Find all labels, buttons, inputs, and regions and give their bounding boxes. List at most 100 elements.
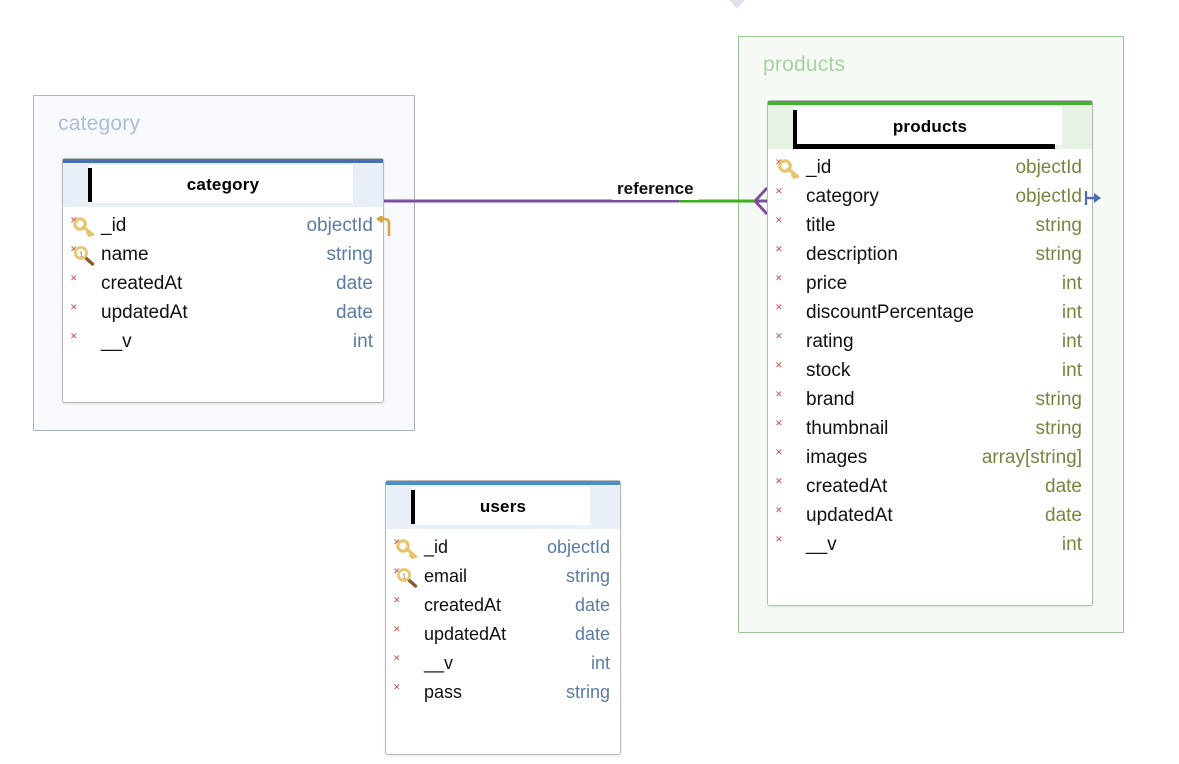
field-row[interactable]: ✕ 1 email string — [386, 562, 620, 591]
field-row[interactable]: ✕ stock int — [768, 356, 1092, 385]
field-type-text: date — [1045, 504, 1082, 526]
field-name: _id — [424, 537, 449, 557]
table-products-header[interactable]: products — [768, 105, 1092, 149]
text-cursor-icon — [793, 110, 797, 144]
field-key-slot — [394, 594, 424, 618]
table-users-header[interactable]: users — [386, 485, 620, 529]
field-key-slot: 1 — [71, 243, 101, 267]
field-name: _id — [806, 156, 832, 178]
field-type: int — [1062, 534, 1082, 556]
field-name: updatedAt — [101, 301, 188, 323]
field-name: name — [101, 243, 149, 265]
field-row[interactable]: ✕ description string — [768, 240, 1092, 269]
field-key-slot — [776, 504, 806, 528]
field-row[interactable]: ✕ updatedAt date — [386, 620, 620, 649]
field-name: createdAt — [424, 595, 502, 615]
group-products-label: products — [763, 53, 846, 76]
field-row[interactable]: ✕ createdAt date — [768, 472, 1092, 501]
field-row[interactable]: ✕ __v int — [63, 327, 383, 356]
field-type: date — [336, 302, 373, 324]
field-name: pass — [424, 682, 463, 702]
field-key-slot — [776, 359, 806, 383]
svg-text:1: 1 — [402, 571, 406, 580]
field-row[interactable]: ✕ brand string — [768, 385, 1092, 414]
field-name: __v — [101, 330, 132, 352]
table-products-fields: ✕ _id objectId ✕ category objectId ✕ title strin… — [768, 149, 1101, 559]
field-row[interactable]: ✕ pass string — [386, 678, 620, 707]
field-key-slot — [776, 417, 806, 441]
field-name: updatedAt — [424, 624, 507, 644]
field-key-slot — [71, 214, 101, 238]
field-row[interactable]: ✕ __v int — [386, 649, 620, 678]
er-diagram-canvas: category products reference category ✕ _i… — [0, 0, 1179, 764]
field-type-text: objectId — [546, 537, 610, 557]
svg-text:1: 1 — [79, 249, 83, 258]
field-type-text: int — [1061, 330, 1082, 352]
field-name: discountPercentage — [806, 301, 974, 323]
field-row[interactable]: ✕ updatedAt date — [768, 501, 1092, 530]
hook-arrow-icon — [376, 214, 391, 236]
field-type: array[string] — [982, 447, 1082, 469]
field-row[interactable]: ✕ images array[string] — [768, 443, 1092, 472]
field-name: title — [806, 214, 836, 236]
field-type: string — [566, 566, 610, 587]
field-key-slot — [394, 681, 424, 705]
field-name: stock — [806, 359, 851, 381]
field-row[interactable]: ✕ discountPercentage int — [768, 298, 1092, 327]
text-cursor-icon — [88, 168, 92, 202]
table-category-header[interactable]: category — [63, 163, 383, 207]
field-type-text: objectId — [1015, 185, 1082, 207]
field-row[interactable]: ✕ createdAt date — [63, 269, 383, 298]
field-type-text: int — [1061, 272, 1082, 294]
field-name: rating — [806, 330, 854, 352]
field-type: string — [1036, 215, 1082, 237]
field-key-slot — [776, 272, 806, 296]
field-row[interactable]: ✕ 1 name string — [63, 240, 383, 269]
field-type-text: string — [565, 682, 610, 702]
field-row[interactable]: ✕ thumbnail string — [768, 414, 1092, 443]
relationship-label: reference — [612, 178, 699, 200]
table-products[interactable]: products ✕ _id objectId ✕ category objectId ✕ t… — [767, 100, 1101, 606]
table-users[interactable]: users ✕ _id objectId ✕ 1 email string ✕ createdA… — [385, 480, 621, 755]
field-key-slot — [776, 446, 806, 470]
field-key-slot — [776, 301, 806, 325]
field-row[interactable]: ✕ createdAt date — [386, 591, 620, 620]
text-cursor-icon — [411, 490, 415, 524]
field-row[interactable]: ✕ category objectId — [768, 182, 1101, 211]
table-category[interactable]: category ✕ _id objectId ✕ 1 name string ✕ create… — [62, 158, 391, 403]
field-type: string — [566, 682, 610, 703]
table-users-fields: ✕ _id objectId ✕ 1 email string ✕ createdAt date ✕… — [386, 529, 620, 707]
foreign-key-arrow-icon — [1084, 190, 1101, 205]
field-type: int — [353, 331, 373, 353]
field-type-text: date — [574, 595, 610, 615]
field-row[interactable]: ✕ title string — [768, 211, 1092, 240]
field-row[interactable]: ✕ _id objectId — [63, 211, 391, 240]
field-type-text: int — [1061, 533, 1082, 555]
field-name: updatedAt — [806, 504, 893, 526]
chevron-down-icon — [729, 0, 745, 9]
table-category-title: category — [186, 175, 260, 194]
field-key-slot — [776, 388, 806, 412]
field-row[interactable]: ✕ _id objectId — [768, 153, 1092, 182]
field-key-slot — [776, 156, 806, 180]
field-row[interactable]: ✕ _id objectId — [386, 533, 620, 562]
field-row[interactable]: ✕ __v int — [768, 530, 1092, 559]
field-name: description — [806, 243, 898, 265]
field-key-slot — [394, 536, 424, 560]
field-type-text: string — [1035, 417, 1082, 439]
field-type: string — [1036, 244, 1082, 266]
field-type: int — [1062, 331, 1082, 353]
field-type: date — [1045, 476, 1082, 498]
field-row[interactable]: ✕ updatedAt date — [63, 298, 383, 327]
field-key-slot — [394, 623, 424, 647]
field-row[interactable]: ✕ rating int — [768, 327, 1092, 356]
field-type-text: date — [336, 272, 373, 294]
table-users-title: users — [479, 497, 527, 516]
field-key-slot: 1 — [394, 565, 424, 589]
field-key-slot — [776, 214, 806, 238]
field-key-slot — [71, 272, 101, 296]
field-row[interactable]: ✕ price int — [768, 269, 1092, 298]
field-type-text: string — [1035, 214, 1082, 236]
field-name: __v — [424, 653, 454, 673]
field-type-text: int — [590, 653, 610, 673]
